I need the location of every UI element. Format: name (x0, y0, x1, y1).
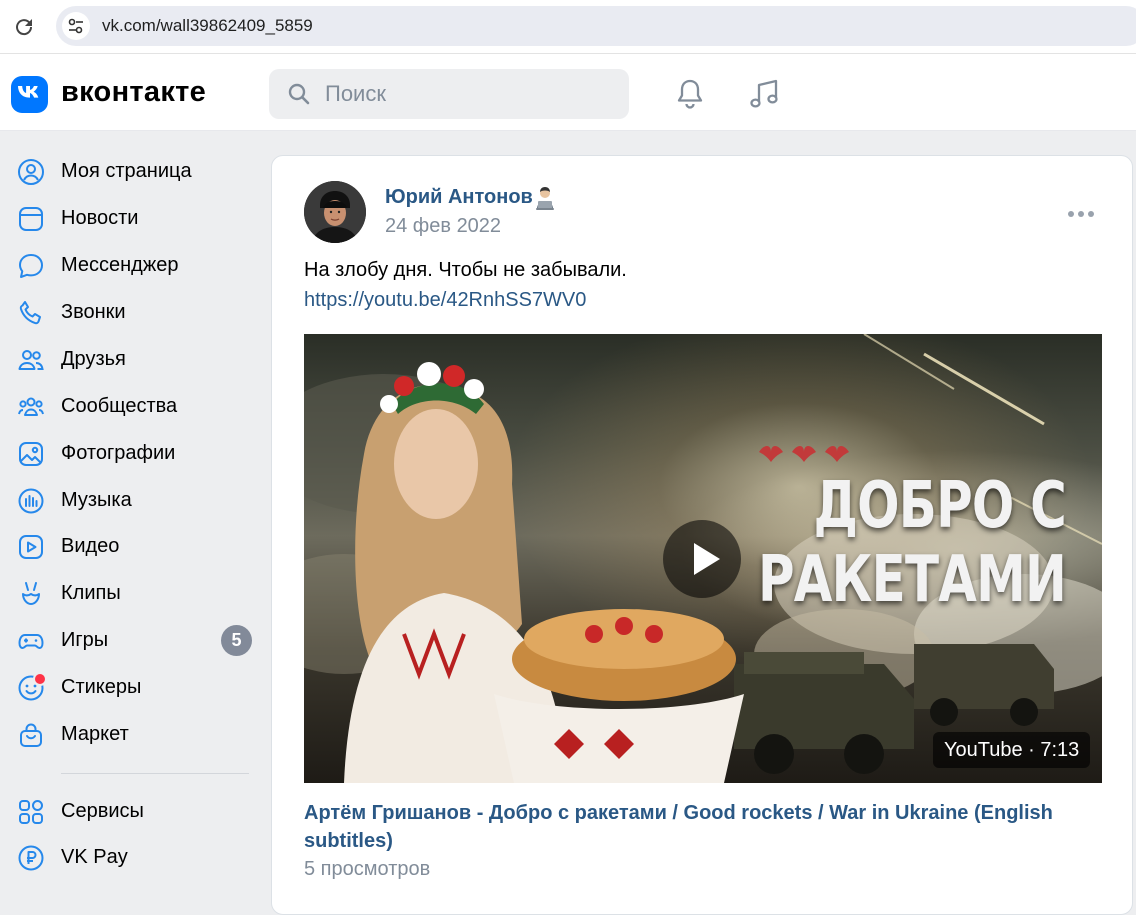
sidebar-item-label: Моя страница (61, 160, 192, 182)
photo-icon (19, 442, 43, 466)
notifications-bell-icon[interactable] (672, 76, 708, 112)
technologist-emoji-icon (536, 187, 554, 210)
user-circle-icon (18, 159, 44, 185)
vk-wordmark[interactable]: вконтакте (61, 76, 206, 109)
sidebar-item-label: Видео (61, 535, 120, 557)
chat-bubble-icon (19, 254, 43, 278)
sidebar-item-communities[interactable]: Сообщества (0, 383, 262, 427)
video-play-icon (19, 535, 43, 559)
play-button[interactable] (663, 520, 741, 598)
sidebar-item-label: Маркет (61, 723, 129, 745)
play-icon (694, 543, 720, 575)
reload-icon[interactable] (12, 15, 36, 39)
sidebar-item-clips[interactable]: Клипы (0, 570, 262, 614)
sidebar-item-photos[interactable]: Фотографии (0, 430, 262, 474)
sidebar-item-calls[interactable]: Звонки (0, 289, 262, 333)
browser-toolbar: vk.com/wall39862409_5859 (0, 0, 1136, 54)
video-thumbnail[interactable]: ДОБРО С РАКЕТАМИ YouTube · 7:13 (304, 334, 1102, 783)
sidebar-item-label: Сервисы (61, 800, 144, 822)
sidebar-item-music[interactable]: Музыка (0, 477, 262, 521)
sidebar-item-label: Мессенджер (61, 254, 179, 276)
phone-icon (19, 301, 41, 325)
sidebar-item-label: Клипы (61, 582, 121, 604)
search-input[interactable] (325, 81, 605, 107)
sidebar-item-label: VK Pay (61, 846, 128, 868)
sidebar-item-services[interactable]: Сервисы (0, 788, 262, 832)
sidebar-item-label: Друзья (61, 348, 126, 370)
search-box[interactable] (269, 69, 629, 119)
sidebar-item-label: Игры (61, 629, 109, 651)
post-author-name[interactable]: Юрий Антонов (385, 186, 533, 209)
search-icon (288, 83, 310, 105)
music-note-icon[interactable] (746, 76, 782, 112)
sidebar-item-my-page[interactable]: Моя страница (0, 148, 262, 192)
video-title-link[interactable]: Артём Гришанов - Добро с ракетами / Good… (304, 799, 1064, 855)
video-views: 5 просмотров (304, 858, 431, 880)
wall-post: Юрий Антонов 24 фев 2022 На злобу дня. Ч… (271, 155, 1133, 915)
sidebar-item-label: Фотографии (61, 442, 176, 464)
more-options-icon[interactable] (1068, 208, 1096, 220)
sidebar-item-label: Музыка (61, 489, 132, 511)
sidebar-item-label: Новости (61, 207, 139, 229)
games-count-badge: 5 (221, 625, 252, 656)
sidebar-item-label: Сообщества (61, 395, 178, 417)
vk-logo-icon[interactable] (11, 76, 48, 113)
post-date[interactable]: 24 фев 2022 (385, 215, 501, 238)
notification-dot (33, 672, 47, 686)
sidebar-item-video[interactable]: Видео (0, 523, 262, 567)
sidebar-item-label: Звонки (61, 301, 126, 323)
address-bar[interactable]: vk.com/wall39862409_5859 (56, 6, 1136, 46)
gamepad-icon (18, 634, 44, 649)
post-text: На злобу дня. Чтобы не забывали. (304, 259, 627, 281)
video-duration-badge: YouTube · 7:13 (933, 732, 1091, 768)
post-link[interactable]: https://youtu.be/42RnhSS7WV0 (304, 289, 586, 312)
sidebar-item-stickers[interactable]: Стикеры (0, 664, 262, 708)
clips-icon (22, 582, 40, 605)
sidebar-item-messenger[interactable]: Мессенджер (0, 242, 262, 286)
sidebar-item-market[interactable]: Маркет (0, 711, 262, 755)
friends-icon (18, 350, 44, 370)
url-text[interactable]: vk.com/wall39862409_5859 (102, 16, 313, 36)
author-avatar[interactable] (304, 181, 366, 243)
sidebar-item-friends[interactable]: Друзья (0, 336, 262, 380)
news-icon (19, 207, 43, 231)
shopping-bag-icon (20, 723, 42, 747)
sidebar-item-games[interactable]: Игры 5 (0, 617, 262, 661)
sidebar-item-vk-pay[interactable]: VK Pay (0, 834, 262, 878)
communities-icon (18, 397, 44, 416)
sidebar-item-label: Стикеры (61, 676, 142, 698)
services-grid-icon (19, 800, 43, 824)
site-header: вконтакте (0, 54, 1136, 131)
music-bars-icon (18, 488, 44, 514)
ruble-coin-icon (18, 845, 44, 871)
sidebar-item-news[interactable]: Новости (0, 195, 262, 239)
site-settings-icon[interactable] (62, 12, 90, 40)
sidebar-divider (61, 773, 249, 774)
